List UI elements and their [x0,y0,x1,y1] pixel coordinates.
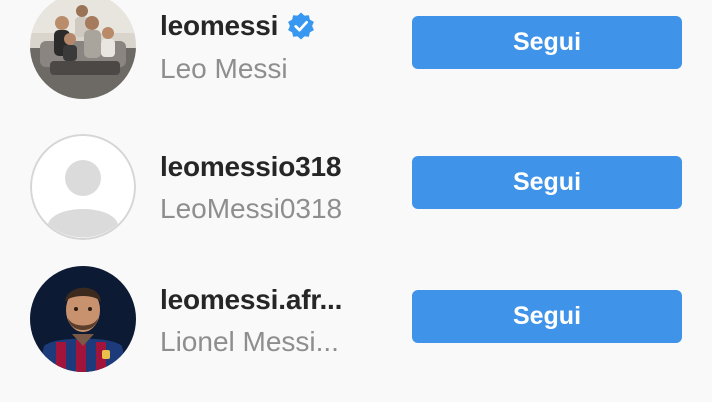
full-name: LeoMessi0318 [160,193,343,224]
default-profile-icon [30,134,136,240]
user-search-results: leomessi Leo Messi Segui leomessio318 Le… [0,0,712,402]
username[interactable]: leomessio318 [160,151,341,183]
username-line: leomessi.afr... [160,284,342,316]
player-photo-avatar[interactable] [30,266,136,372]
user-row[interactable]: leomessi.afr... Lionel Messi... Segui [0,262,712,382]
user-row[interactable]: leomessio318 LeoMessi0318 Segui [0,130,712,250]
default-profile-avatar[interactable] [30,134,136,240]
player-photo-icon [30,266,136,372]
follow-button[interactable]: Segui [412,290,682,343]
family-photo-avatar[interactable] [30,0,136,99]
full-name: Lionel Messi... [160,326,339,357]
username[interactable]: leomessi.afr... [160,284,342,316]
verified-badge-icon [288,12,315,40]
user-row[interactable]: leomessi Leo Messi Segui [0,0,712,120]
full-name: Leo Messi [160,53,288,84]
username-line: leomessi [160,10,316,42]
follow-button[interactable]: Segui [412,156,682,209]
username[interactable]: leomessi [160,10,278,42]
username-line: leomessio318 [160,151,341,183]
follow-button[interactable]: Segui [412,16,682,69]
family-photo-icon [30,0,136,99]
